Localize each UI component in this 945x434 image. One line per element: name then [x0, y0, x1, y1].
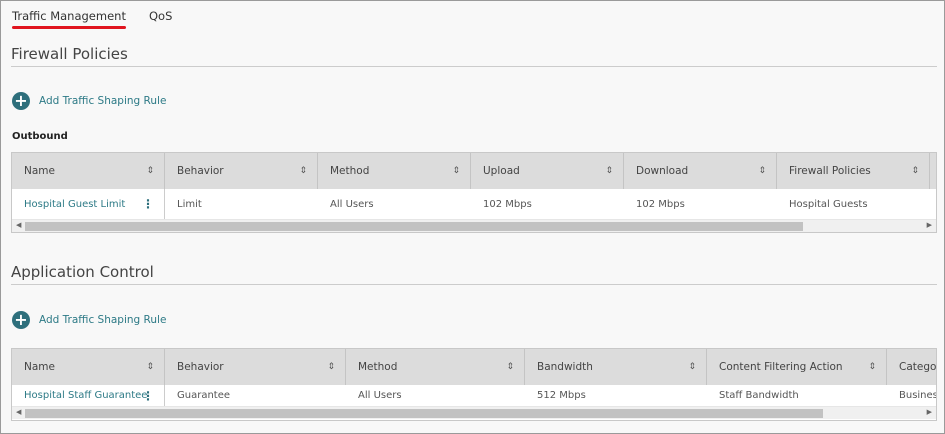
column-header-bandwidth[interactable]: Bandwidth ⇕	[525, 349, 707, 385]
column-header-upload[interactable]: Upload ⇕	[471, 153, 624, 189]
sort-icon[interactable]: ⇕	[299, 166, 307, 176]
scrollbar-thumb[interactable]	[25, 222, 803, 231]
name-cell: Hospital Staff Guarantee ⋮	[12, 385, 165, 406]
horizontal-scrollbar[interactable]: ◀ ▶	[12, 219, 936, 232]
kebab-menu-icon[interactable]: ⋮	[142, 389, 154, 403]
column-header-behavior[interactable]: Behavior ⇕	[165, 349, 346, 385]
sort-icon[interactable]: ⇕	[506, 362, 514, 372]
column-header-download[interactable]: Download ⇕	[624, 153, 777, 189]
sort-icon[interactable]: ⇕	[452, 166, 460, 176]
header-label: Bandwidth	[537, 361, 593, 373]
column-header-name[interactable]: Name ⇕	[12, 349, 165, 385]
add-app-control-rule-button[interactable]: + Add Traffic Shaping Rule	[12, 311, 166, 329]
behavior-cell: Guarantee	[177, 390, 231, 401]
header-label: Name	[24, 361, 55, 373]
add-rule-label: Add Traffic Shaping Rule	[39, 95, 167, 107]
add-firewall-rule-button[interactable]: + Add Traffic Shaping Rule	[12, 92, 166, 110]
sort-icon[interactable]: ⇕	[327, 362, 335, 372]
tab-qos[interactable]: QoS	[149, 9, 172, 23]
content-filtering-action-cell: Staff Bandwidth	[719, 390, 799, 401]
column-header-firewall-policies[interactable]: Firewall Policies ⇕	[777, 153, 930, 189]
rule-name-link[interactable]: Hospital Guest Limit	[24, 199, 125, 210]
sort-icon[interactable]: ⇕	[605, 166, 613, 176]
sort-icon[interactable]: ⇕	[758, 166, 766, 176]
firewall-policies-heading: Firewall Policies	[11, 45, 937, 67]
column-header-content-filtering-action[interactable]: Content Filtering Action ⇕	[707, 349, 887, 385]
table-header: Name ⇕ Behavior ⇕ Method ⇕ Bandwidth ⇕ Conte…	[12, 349, 936, 385]
column-header-method[interactable]: Method ⇕	[318, 153, 471, 189]
outbound-label: Outbound	[12, 131, 68, 142]
tab-traffic-management[interactable]: Traffic Management	[12, 9, 126, 29]
header-label: Behavior	[177, 165, 224, 177]
header-label: Content Filtering Action	[719, 361, 843, 373]
table-header: Name ⇕ Behavior ⇕ Method ⇕ Upload ⇕ Download…	[12, 153, 936, 189]
plus-circle-icon: +	[12, 92, 30, 110]
plus-circle-icon: +	[12, 311, 30, 329]
sort-icon[interactable]: ⇕	[688, 362, 696, 372]
horizontal-scrollbar[interactable]: ◀ ▶	[12, 406, 936, 419]
name-cell: Hospital Guest Limit ⋮	[12, 189, 165, 219]
header-label: Behavior	[177, 361, 224, 373]
scroll-right-icon[interactable]: ▶	[927, 221, 932, 229]
behavior-cell: Limit	[177, 198, 202, 210]
sort-icon[interactable]: ⇕	[146, 166, 154, 176]
table-row: Hospital Staff Guarantee ⋮ Guarantee All …	[12, 385, 936, 406]
header-label: Method	[330, 165, 370, 177]
header-label: Download	[636, 165, 689, 177]
application-control-heading: Application Control	[11, 263, 937, 285]
method-cell: All Users	[358, 390, 402, 401]
table-row: Hospital Guest Limit ⋮ Limit All Users 10…	[12, 189, 936, 219]
firewall-policies-table: Name ⇕ Behavior ⇕ Method ⇕ Upload ⇕ Download…	[11, 152, 937, 233]
upload-cell: 102 Mbps	[483, 198, 532, 210]
sort-icon[interactable]: ⇕	[911, 166, 919, 176]
header-label: Name	[24, 165, 55, 177]
kebab-menu-icon[interactable]: ⋮	[142, 197, 154, 211]
rule-name-link[interactable]: Hospital Staff Guarantee	[24, 390, 147, 401]
column-header-behavior[interactable]: Behavior ⇕	[165, 153, 318, 189]
scroll-left-icon[interactable]: ◀	[16, 408, 21, 416]
header-label: Method	[358, 361, 398, 373]
sort-icon[interactable]: ⇕	[146, 362, 154, 372]
column-header-name[interactable]: Name ⇕	[12, 153, 165, 189]
header-label: Categori	[899, 361, 937, 373]
header-label: Upload	[483, 165, 520, 177]
header-label: Firewall Policies	[789, 165, 871, 177]
scroll-right-icon[interactable]: ▶	[927, 408, 932, 416]
application-control-table: Name ⇕ Behavior ⇕ Method ⇕ Bandwidth ⇕ Conte…	[11, 348, 937, 421]
column-header-method[interactable]: Method ⇕	[346, 349, 525, 385]
firewall-policies-cell: Hospital Guests	[789, 198, 868, 210]
traffic-management-page: Traffic Management QoS Firewall Policies…	[0, 0, 945, 434]
bandwidth-cell: 512 Mbps	[537, 390, 586, 401]
sort-icon[interactable]: ⇕	[868, 362, 876, 372]
scrollbar-thumb[interactable]	[25, 409, 823, 418]
add-rule-label: Add Traffic Shaping Rule	[39, 314, 167, 326]
column-header-categories[interactable]: Categori	[887, 349, 937, 385]
scroll-left-icon[interactable]: ◀	[16, 221, 21, 229]
method-cell: All Users	[330, 198, 374, 210]
download-cell: 102 Mbps	[636, 198, 685, 210]
categories-cell: Business	[899, 390, 936, 401]
